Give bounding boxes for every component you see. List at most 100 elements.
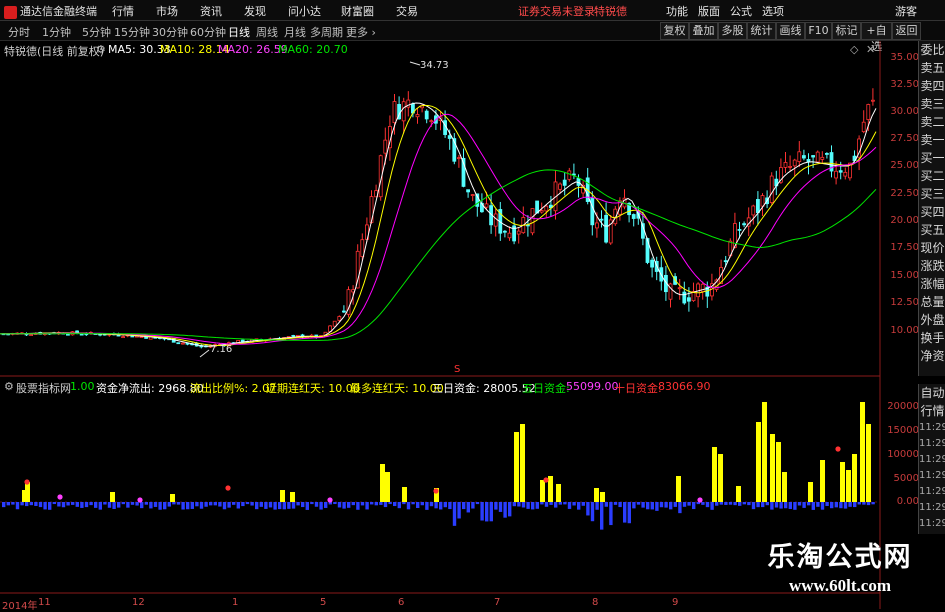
fund-outflow-bar <box>360 502 365 506</box>
fund-outflow-bar <box>485 502 489 522</box>
candle-body <box>590 198 595 226</box>
fund-outflow-bar <box>466 502 470 513</box>
side-label[interactable]: 卖四 <box>919 77 945 95</box>
side-label[interactable]: 现价 <box>919 239 945 257</box>
side-label[interactable]: 卖二 <box>919 113 945 131</box>
fund-inflow-bar <box>402 487 407 502</box>
side-label[interactable]: 卖三 <box>919 95 945 113</box>
fund-outflow-bar <box>89 502 93 506</box>
candle-body <box>604 214 608 243</box>
fund-outflow-bar <box>820 502 825 510</box>
recent-red-days: 近期连红天: 10.00 <box>266 382 360 395</box>
side-label[interactable]: 涨幅 <box>919 275 945 293</box>
outflow-ratio: 流出比例%: 2.07 <box>190 382 277 395</box>
fund-outflow-bar <box>738 502 742 506</box>
side-quote[interactable]: 行情 <box>919 402 945 420</box>
fund-outflow-bar <box>393 502 397 507</box>
candle-body <box>466 189 471 193</box>
candle-body <box>360 239 365 257</box>
fund-outflow-bar <box>494 502 498 510</box>
fund-outflow-bar <box>489 502 493 522</box>
side-label[interactable]: 换手 <box>919 329 945 347</box>
fund-outflow-bar <box>512 502 516 507</box>
fund-outflow-bar <box>61 502 66 508</box>
side-label[interactable]: 买二 <box>919 167 945 185</box>
fund-outflow-bar <box>715 502 719 506</box>
candle-body <box>144 336 149 339</box>
fund-inflow-bar <box>736 486 741 502</box>
side-label[interactable]: 买一 <box>919 149 945 167</box>
indicator-icon[interactable]: ⚙ <box>4 380 14 393</box>
side-label[interactable]: 委比 <box>919 41 945 59</box>
fund-outflow-bar <box>57 502 61 507</box>
fund-outflow-bar <box>158 502 162 510</box>
fund-outflow-bar <box>351 502 355 506</box>
fund-outflow-bar <box>356 502 360 510</box>
date-tick: 1 <box>232 597 239 608</box>
candle-body <box>507 232 512 239</box>
side-label[interactable]: 卖五 <box>919 59 945 77</box>
side-auto[interactable]: 自动 <box>919 384 945 402</box>
candle-body <box>456 157 461 160</box>
fund-inflow-bar <box>820 460 825 502</box>
side-label[interactable]: 总量 <box>919 293 945 311</box>
y-tick: 10.00 <box>890 325 919 336</box>
side-label[interactable]: 涨跌 <box>919 257 945 275</box>
fund-outflow-bar <box>692 502 696 510</box>
fund-outflow-bar <box>540 502 544 505</box>
fund-outflow-bar <box>765 502 769 506</box>
fund-outflow-bar <box>452 502 457 526</box>
fund-outflow-bar <box>857 502 861 505</box>
side-label[interactable]: 买四 <box>919 203 945 221</box>
fund-outflow-bar <box>535 502 539 509</box>
ten-day-fund-label: 十日资金: <box>614 382 662 395</box>
fund-outflow-bar <box>6 502 10 506</box>
candle-body <box>595 222 599 229</box>
candle-body <box>599 218 604 221</box>
candle-body <box>687 297 691 302</box>
date-tick: 6 <box>398 597 405 608</box>
candle-body <box>650 259 654 268</box>
kline-chart[interactable]: 34.73 7.16 S <box>0 0 945 609</box>
candle-body <box>130 335 135 338</box>
fund-outflow-bar <box>209 502 213 506</box>
fund-outflow-bar <box>788 502 792 509</box>
date-tick: 12 <box>132 597 145 608</box>
fund-flow-bars <box>2 402 875 530</box>
fund-outflow-bar <box>600 502 604 530</box>
fund-inflow-bar <box>25 482 30 502</box>
candle-body <box>756 199 760 214</box>
candle-body <box>742 223 746 226</box>
side-label[interactable]: 净资 <box>919 347 945 365</box>
side-label[interactable]: 卖一 <box>919 131 945 149</box>
fund-outflow-bar <box>52 502 56 505</box>
watermark-title: 乐淘公式网 <box>767 542 913 573</box>
fund-outflow-bar <box>742 502 746 505</box>
candle-body <box>447 135 452 139</box>
fund-outflow-bar <box>301 502 305 508</box>
y-tick: 35.00 <box>890 52 919 63</box>
fund-outflow-bar <box>29 502 33 506</box>
candle-body <box>769 175 774 204</box>
candle-body <box>332 320 337 327</box>
side-label[interactable]: 买五 <box>919 221 945 239</box>
fund-inflow-bar <box>380 464 385 502</box>
indicator-name[interactable]: 股票指标网 <box>16 380 71 396</box>
fund-outflow-bar <box>117 502 121 508</box>
fund-outflow-bar <box>563 502 567 505</box>
side-label[interactable]: 外盘 <box>919 311 945 329</box>
fund-outflow-bar <box>370 502 374 505</box>
fund-outflow-bar <box>673 502 677 507</box>
fund-inflow-bar <box>808 482 813 502</box>
fund-outflow-bar <box>259 502 263 507</box>
candle-body <box>788 166 792 168</box>
fund-outflow-bar <box>498 502 503 512</box>
signal-dot <box>543 477 549 483</box>
fund-outflow-bar <box>517 502 521 507</box>
fund-inflow-bar <box>840 462 845 502</box>
candle-body <box>516 230 521 235</box>
fund-outflow-bar <box>25 502 29 507</box>
side-label[interactable]: 买三 <box>919 185 945 203</box>
fund-outflow-bar <box>144 502 148 505</box>
fund-outflow-bar <box>342 502 346 509</box>
